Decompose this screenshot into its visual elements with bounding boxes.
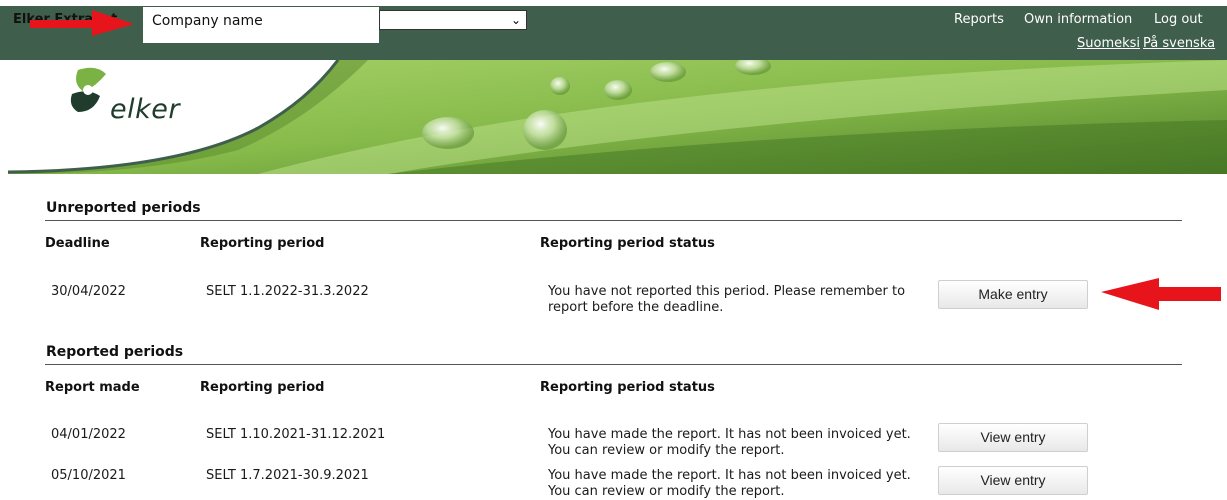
report-date: 05/10/2021 <box>51 468 126 483</box>
reporting-period: SELT 1.10.2021-31.12.2021 <box>206 427 386 442</box>
section-divider <box>45 220 1182 221</box>
view-entry-button[interactable]: View entry <box>938 466 1088 495</box>
reported-periods-title: Reported periods <box>46 344 184 360</box>
nav-log-out[interactable]: Log out <box>1154 12 1203 27</box>
period-status: You have made the report. It has not bee… <box>548 427 911 458</box>
unreported-periods-title: Unreported periods <box>46 200 201 216</box>
chevron-down-icon: ⌄ <box>510 13 521 27</box>
company-select[interactable]: ⌄ <box>379 10 527 30</box>
reporting-period: SELT 1.7.2021-30.9.2021 <box>206 468 369 483</box>
column-header-reporting-period: Reporting period <box>200 380 325 395</box>
column-header-status: Reporting period status <box>540 236 715 251</box>
view-entry-button[interactable]: View entry <box>938 423 1088 452</box>
column-header-status: Reporting period status <box>540 380 715 395</box>
red-arrow-annotation-icon <box>30 10 134 36</box>
period-status: You have made the report. It has not bee… <box>548 468 911 499</box>
section-divider <box>45 364 1182 365</box>
column-header-report-made: Report made <box>45 380 140 395</box>
red-arrow-annotation-icon <box>1101 278 1221 310</box>
period-status: You have not reported this period. Pleas… <box>548 284 906 315</box>
nav-own-information[interactable]: Own information <box>1024 12 1132 27</box>
column-header-reporting-period: Reporting period <box>200 236 325 251</box>
nav-reports[interactable]: Reports <box>954 12 1004 27</box>
make-entry-button[interactable]: Make entry <box>938 280 1088 309</box>
column-header-deadline: Deadline <box>45 236 110 251</box>
deadline-date: 30/04/2022 <box>51 284 126 299</box>
report-date: 04/01/2022 <box>51 427 126 442</box>
company-name: Company name <box>152 13 263 29</box>
language-swedish-link[interactable]: På svenska <box>1143 36 1215 51</box>
language-finnish-link[interactable]: Suomeksi <box>1077 36 1140 51</box>
reporting-period: SELT 1.1.2022-31.3.2022 <box>206 284 369 299</box>
elker-logo-text: elker <box>110 94 180 125</box>
